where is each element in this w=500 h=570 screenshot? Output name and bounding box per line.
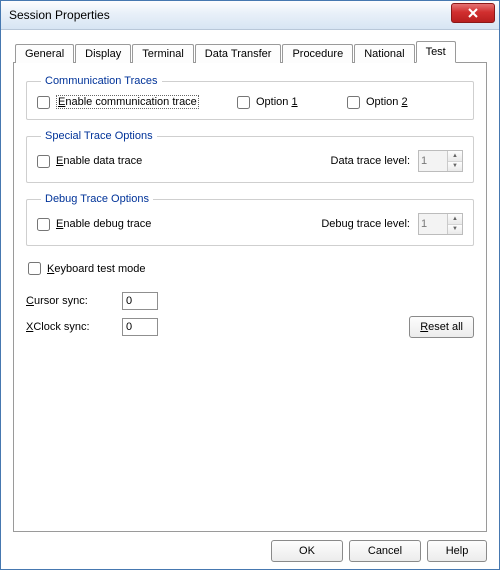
dialog-buttons: OK Cancel Help bbox=[13, 532, 487, 562]
tab-display[interactable]: Display bbox=[75, 44, 131, 63]
ok-button[interactable]: OK bbox=[271, 540, 343, 562]
enable-data-trace-checkbox[interactable] bbox=[37, 155, 50, 168]
keyboard-test-mode-checkbox[interactable] bbox=[28, 262, 41, 275]
help-button[interactable]: Help bbox=[427, 540, 487, 562]
debug-trace-level-spinner: ▲ ▼ bbox=[418, 213, 463, 235]
tab-data-transfer[interactable]: Data Transfer bbox=[195, 44, 282, 63]
session-properties-window: Session Properties General Display Termi… bbox=[0, 0, 500, 570]
tab-general[interactable]: General bbox=[15, 44, 74, 63]
tab-panel-test: Communication Traces Enable communicatio… bbox=[13, 62, 487, 532]
close-icon bbox=[468, 8, 478, 18]
tab-national[interactable]: National bbox=[354, 44, 414, 63]
cancel-button[interactable]: Cancel bbox=[349, 540, 421, 562]
spinner-up-icon: ▲ bbox=[448, 214, 462, 225]
titlebar: Session Properties bbox=[1, 1, 499, 30]
keyboard-test-mode-label: Keyboard test mode bbox=[47, 263, 145, 275]
debug-trace-level-label: Debug trace level: bbox=[321, 218, 410, 230]
enable-debug-trace-label: Enable debug trace bbox=[56, 218, 151, 230]
reset-all-button[interactable]: Reset all bbox=[409, 316, 474, 338]
xclock-sync-input[interactable] bbox=[122, 318, 158, 336]
group-legend: Special Trace Options bbox=[41, 130, 157, 142]
spinner-up-icon: ▲ bbox=[448, 151, 462, 162]
debug-trace-level-input bbox=[419, 214, 447, 234]
window-title: Session Properties bbox=[9, 8, 451, 22]
group-communication-traces: Communication Traces Enable communicatio… bbox=[26, 75, 474, 120]
tab-terminal[interactable]: Terminal bbox=[132, 44, 194, 63]
enable-data-trace-label: Enable data trace bbox=[56, 155, 142, 167]
data-trace-level-spinner: ▲ ▼ bbox=[418, 150, 463, 172]
group-legend: Debug Trace Options bbox=[41, 193, 153, 205]
data-trace-level-label: Data trace level: bbox=[331, 155, 410, 167]
spinner-down-icon: ▼ bbox=[448, 162, 462, 172]
data-trace-level-input bbox=[419, 151, 447, 171]
xclock-sync-label: XClock sync: bbox=[26, 321, 112, 333]
cursor-sync-input[interactable] bbox=[122, 292, 158, 310]
option-2-checkbox[interactable] bbox=[347, 96, 360, 109]
option-1-label: Option 1 bbox=[256, 96, 298, 108]
enable-data-trace[interactable]: Enable data trace bbox=[37, 155, 142, 168]
tab-test[interactable]: Test bbox=[416, 41, 456, 63]
spinner-down-icon: ▼ bbox=[448, 225, 462, 235]
enable-comm-trace[interactable]: Enable communication trace bbox=[37, 95, 237, 109]
tab-procedure[interactable]: Procedure bbox=[282, 44, 353, 63]
option-2[interactable]: Option 2 bbox=[347, 96, 408, 109]
cursor-sync-label: Cursor sync: bbox=[26, 295, 112, 307]
tabstrip: General Display Terminal Data Transfer P… bbox=[15, 40, 487, 62]
option-1-checkbox[interactable] bbox=[237, 96, 250, 109]
client-area: General Display Terminal Data Transfer P… bbox=[1, 30, 499, 570]
group-special-trace: Special Trace Options Enable data trace … bbox=[26, 130, 474, 183]
enable-comm-trace-checkbox[interactable] bbox=[37, 96, 50, 109]
option-2-label: Option 2 bbox=[366, 96, 408, 108]
enable-comm-trace-label: Enable communication trace bbox=[56, 95, 199, 109]
option-1[interactable]: Option 1 bbox=[237, 96, 347, 109]
group-legend: Communication Traces bbox=[41, 75, 162, 87]
keyboard-test-mode[interactable]: Keyboard test mode bbox=[28, 262, 145, 275]
group-debug-trace: Debug Trace Options Enable debug trace D… bbox=[26, 193, 474, 246]
close-button[interactable] bbox=[451, 3, 495, 23]
enable-debug-trace[interactable]: Enable debug trace bbox=[37, 218, 151, 231]
enable-debug-trace-checkbox[interactable] bbox=[37, 218, 50, 231]
